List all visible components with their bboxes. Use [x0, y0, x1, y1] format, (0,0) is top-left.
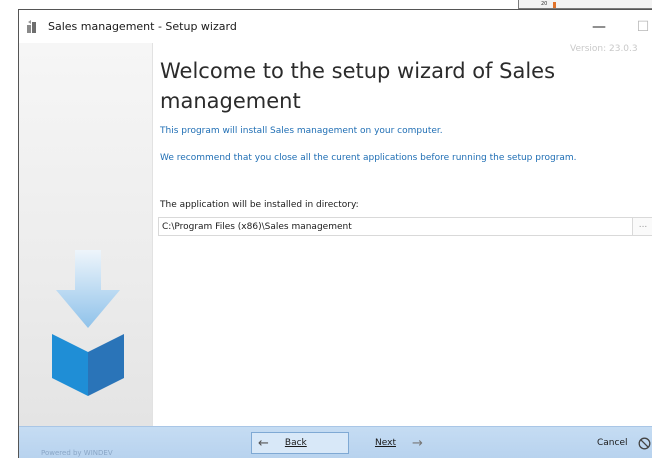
cancel-button[interactable]: Cancel: [585, 432, 652, 454]
side-panel: [19, 43, 153, 426]
powered-by-label: Powered by WINDEV: [41, 449, 113, 457]
background-window-marker-bar: [553, 2, 556, 8]
setup-wizard-window: Sales management - Setup wizard — ☐ ✕ Ve…: [18, 9, 652, 458]
install-info-text: This program will install Sales manageme…: [160, 126, 443, 136]
cancel-button-label: Cancel: [597, 438, 628, 448]
desktop: 20 Sales management - Setup wizard — ☐ ✕: [0, 0, 652, 458]
footer-bar: Powered by WINDEV ← Back Next → Cancel: [19, 426, 652, 458]
back-arrow-icon: ←: [258, 435, 269, 451]
next-arrow-icon: →: [411, 435, 423, 451]
background-window: 20: [518, 0, 652, 9]
app-icon: [27, 20, 36, 33]
page-title: Welcome to the setup wizard of Sales man…: [160, 59, 556, 113]
next-button[interactable]: Next →: [365, 432, 445, 454]
window-title: Sales management - Setup wizard: [48, 20, 237, 33]
minimize-button[interactable]: —: [579, 10, 619, 43]
browse-directory-button[interactable]: ...: [632, 217, 652, 236]
next-button-label: Next: [375, 438, 396, 448]
titlebar[interactable]: Sales management - Setup wizard — ☐ ✕: [19, 10, 652, 43]
close-apps-recommendation-text: We recommend that you close all the cure…: [160, 153, 577, 163]
back-button-label: Back: [284, 438, 307, 448]
back-button[interactable]: ← Back: [251, 432, 349, 454]
version-label: Version: 23.0.3: [570, 44, 638, 54]
maximize-button[interactable]: ☐: [623, 10, 652, 43]
cancel-icon: [638, 437, 650, 449]
install-directory-label: The application will be installed in dir…: [160, 200, 359, 210]
install-arrow-logo: [52, 250, 124, 396]
background-window-marker: 20: [541, 1, 548, 7]
install-directory-input[interactable]: [158, 217, 633, 236]
